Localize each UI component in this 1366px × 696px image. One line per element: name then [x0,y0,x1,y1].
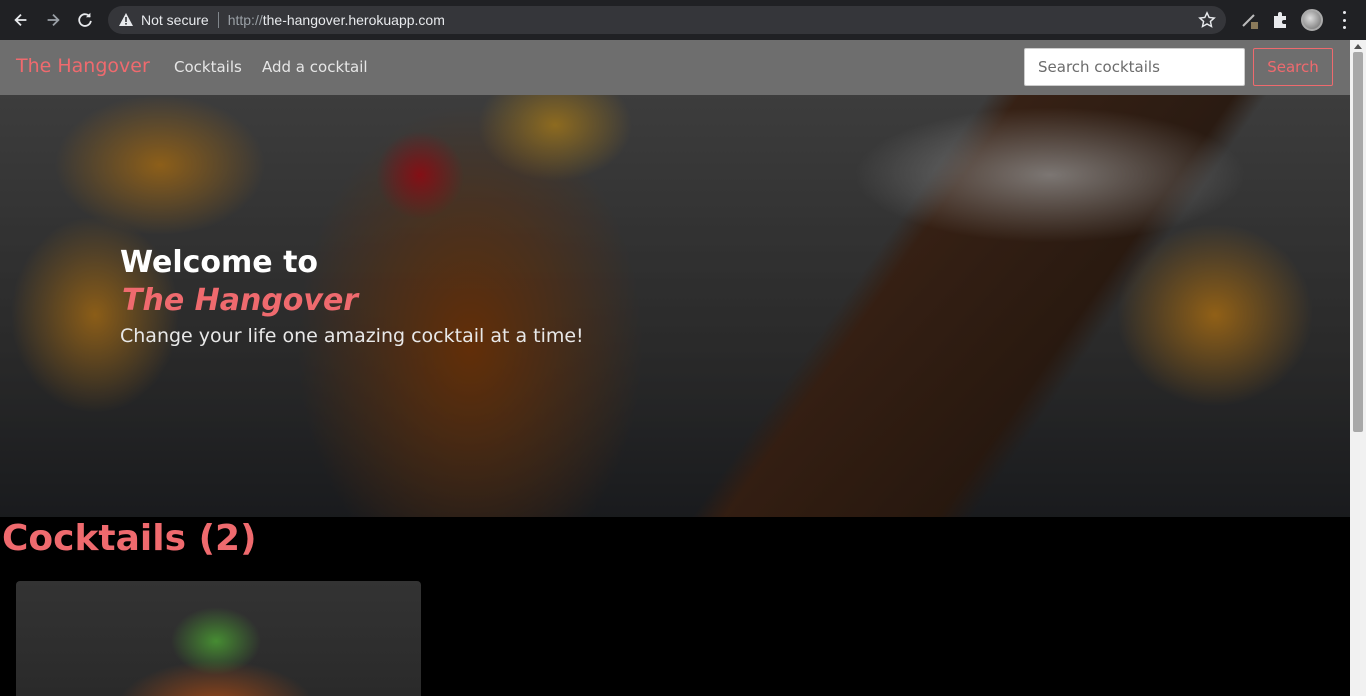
extensions-puzzle-icon[interactable] [1270,10,1290,30]
browser-toolbar: Not secure http://the-hangover.herokuapp… [0,0,1366,40]
extension-pen-icon[interactable] [1240,10,1260,30]
hero-banner: Welcome to The Hangover Change your life… [0,95,1350,517]
url-text[interactable]: http://the-hangover.herokuapp.com [228,12,445,28]
bookmark-star-icon[interactable] [1198,11,1216,29]
omnibox-divider [217,12,219,28]
url-scheme: http:// [227,12,263,28]
warning-icon [119,13,133,26]
nav-link-cocktails[interactable]: Cocktails [174,58,242,76]
hero-title: Welcome to [120,245,319,280]
reload-icon [78,12,92,27]
url-host: the-hangover.herokuapp.com [262,12,445,28]
cocktail-card[interactable] [16,581,421,696]
cocktails-heading: Cocktails (2) [2,518,257,559]
brand-link[interactable]: The Hangover [16,55,150,77]
arrow-left-icon [14,13,27,27]
forward-button[interactable] [42,9,64,31]
security-label[interactable]: Not secure [141,12,209,28]
address-bar[interactable]: Not secure http://the-hangover.herokuapp… [108,6,1226,34]
scroll-up-arrow-icon[interactable] [1354,44,1362,49]
browser-menu-icon[interactable] [1338,11,1350,29]
arrow-right-icon [47,13,60,27]
page-scrollbar[interactable] [1350,40,1366,696]
back-button[interactable] [10,9,32,31]
profile-avatar[interactable] [1301,9,1323,31]
hero-brand: The Hangover [122,283,359,318]
scrollbar-thumb[interactable] [1353,52,1363,432]
search-button[interactable]: Search [1253,48,1333,86]
search-input[interactable] [1024,48,1245,86]
reload-button[interactable] [74,9,96,31]
nav-link-add-cocktail[interactable]: Add a cocktail [262,58,368,76]
site-navbar: The Hangover Cocktails Add a cocktail Se… [0,40,1350,95]
hero-tagline: Change your life one amazing cocktail at… [120,325,584,347]
